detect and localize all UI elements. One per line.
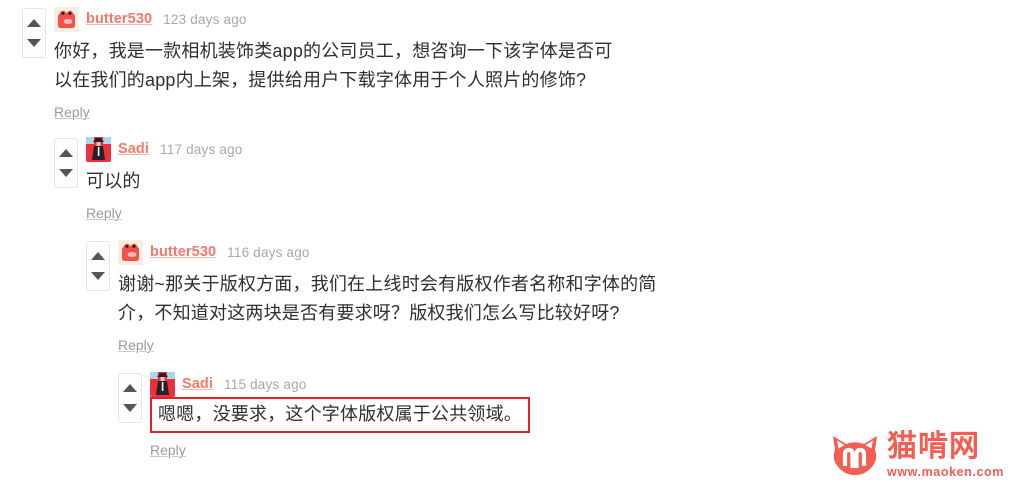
comment-item: butter530 123 days ago 你好，我是一款相机装饰类app的公… (0, 0, 1024, 122)
comment-username[interactable]: Sadi (118, 141, 149, 157)
triangle-down-icon[interactable] (58, 168, 74, 178)
butter530-red-blob-avatar (54, 6, 79, 32)
comment-thread: butter530 123 days ago 你好，我是一款相机装饰类app的公… (0, 0, 1024, 460)
comment-username[interactable]: Sadi (182, 376, 213, 392)
cat-head-m-logo-icon (832, 434, 878, 476)
triangle-up-icon[interactable] (122, 383, 138, 393)
comment-header: Sadi 117 days ago (86, 132, 1024, 162)
reply-link[interactable]: Reply (118, 337, 154, 353)
sadi-figure-avatar (150, 371, 175, 397)
comment-body: 你好，我是一款相机装饰类app的公司员工，想咨询一下该字体是否可以在我们的app… (54, 41, 613, 90)
reply-link[interactable]: Reply (54, 104, 90, 120)
triangle-up-icon[interactable] (58, 148, 74, 158)
comment-header: Sadi 115 days ago (150, 367, 1024, 397)
watermark-site-name: 猫啃网 (887, 428, 980, 464)
comment-body: 可以的 (86, 171, 141, 191)
triangle-down-icon[interactable] (122, 403, 138, 413)
butter530-red-blob-avatar (118, 239, 143, 265)
reply-link[interactable]: Reply (150, 442, 186, 458)
comment-item: Sadi 117 days ago 可以的 Reply (32, 122, 1024, 223)
comment-timestamp: 116 days ago (227, 244, 310, 260)
triangle-down-icon[interactable] (90, 271, 106, 281)
vote-box[interactable] (86, 241, 110, 291)
vote-box[interactable] (118, 373, 142, 423)
vote-box[interactable] (22, 8, 46, 58)
site-watermark: 猫啃网 www.maoken.com (832, 428, 1004, 479)
sadi-figure-avatar (86, 136, 111, 162)
comment-timestamp: 117 days ago (160, 141, 243, 157)
comment-header: butter530 123 days ago (54, 2, 1024, 32)
comment-body: 谢谢~那关于版权方面，我们在上线时会有版权作者名称和字体的简介，不知道对这两块是… (118, 274, 657, 323)
triangle-up-icon[interactable] (26, 18, 42, 28)
triangle-up-icon[interactable] (90, 251, 106, 261)
watermark-site-url: www.maoken.com (887, 464, 1004, 479)
comment-timestamp: 115 days ago (224, 376, 307, 392)
triangle-down-icon[interactable] (26, 38, 42, 48)
comment-timestamp: 123 days ago (163, 11, 247, 27)
comment-username[interactable]: butter530 (150, 244, 216, 260)
comment-body-highlighted: 嗯嗯，没要求，这个字体版权属于公共领域。 (150, 397, 530, 433)
comment-username[interactable]: butter530 (86, 11, 152, 27)
reply-link[interactable]: Reply (86, 205, 122, 221)
comment-item: butter530 116 days ago 谢谢~那关于版权方面，我们在上线时… (64, 223, 1024, 355)
comment-header: butter530 116 days ago (118, 235, 1024, 265)
vote-box[interactable] (54, 138, 78, 188)
